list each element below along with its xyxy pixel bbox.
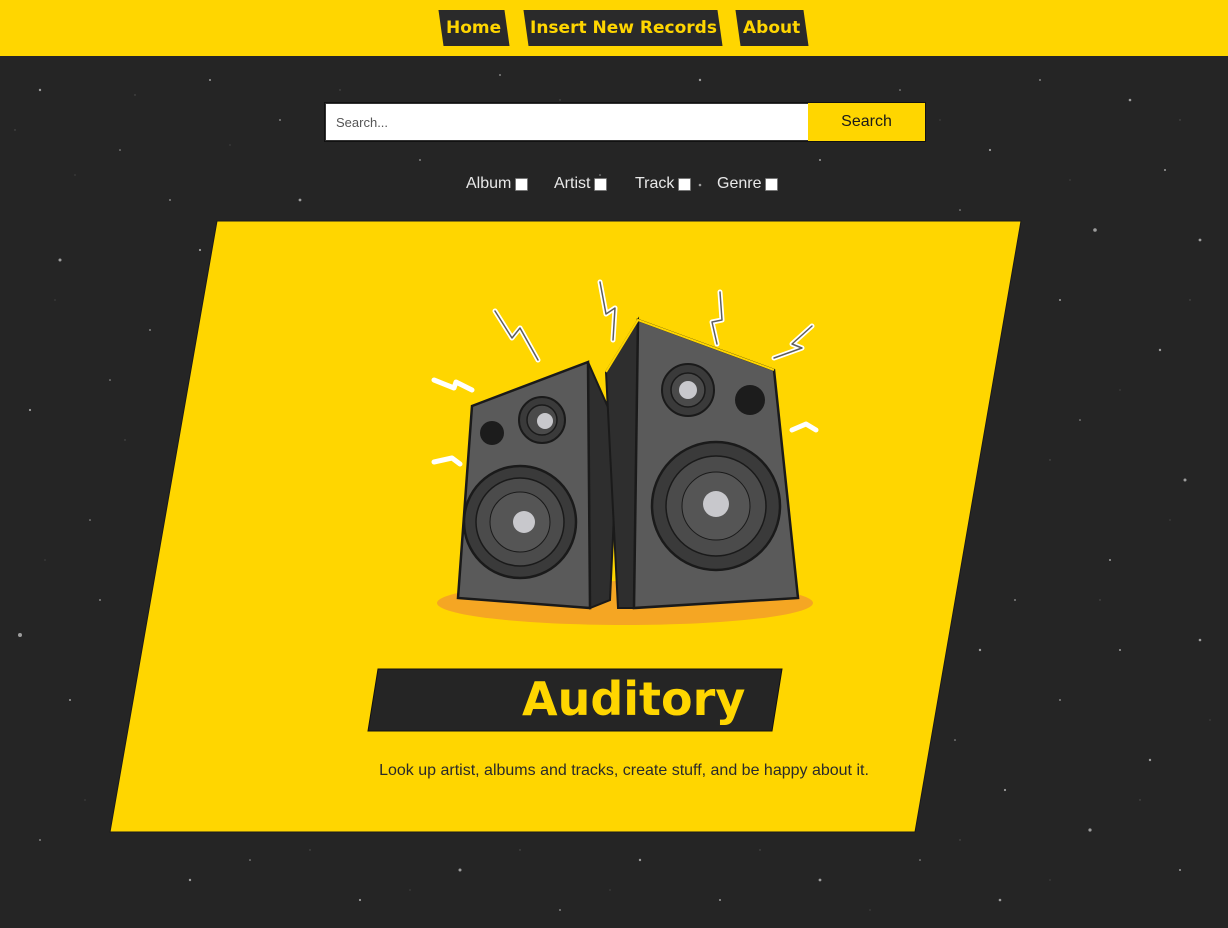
hero-tagline: Look up artist, albums and tracks, creat… xyxy=(379,762,869,779)
filter-genre-label: Genre xyxy=(717,175,762,192)
top-navbar: Home Insert New Records About xyxy=(0,0,1228,56)
filter-artist-checkbox[interactable] xyxy=(594,177,608,191)
search-button[interactable]: Search xyxy=(808,103,925,141)
search-input[interactable] xyxy=(325,103,808,141)
nav-insert-new-records-label: Insert New Records xyxy=(529,18,717,38)
page: Home Insert New Records About Search Alb… xyxy=(0,0,1228,928)
search-filters: Album Artist Track Genre xyxy=(0,173,1228,195)
filter-album: Album xyxy=(466,173,529,195)
filter-track-checkbox[interactable] xyxy=(678,177,692,191)
search-bar: Search xyxy=(325,103,925,141)
speakers-icon xyxy=(431,279,819,625)
filter-track: Track xyxy=(635,173,692,195)
nav-about-link[interactable]: About xyxy=(735,10,809,46)
nav-home-label: Home xyxy=(446,18,502,38)
nav-insert-new-records-link[interactable]: Insert New Records xyxy=(523,10,723,46)
filter-genre: Genre xyxy=(717,173,779,195)
filter-genre-checkbox[interactable] xyxy=(765,177,779,191)
nav-about-label: About xyxy=(743,18,801,38)
filter-album-checkbox[interactable] xyxy=(515,177,529,191)
filter-artist-label: Artist xyxy=(554,175,591,192)
hero-title: Auditory xyxy=(522,672,746,726)
filter-artist: Artist xyxy=(554,173,608,195)
nav-home-link[interactable]: Home xyxy=(438,10,510,46)
filter-album-label: Album xyxy=(466,175,512,192)
filter-track-label: Track xyxy=(635,175,675,192)
